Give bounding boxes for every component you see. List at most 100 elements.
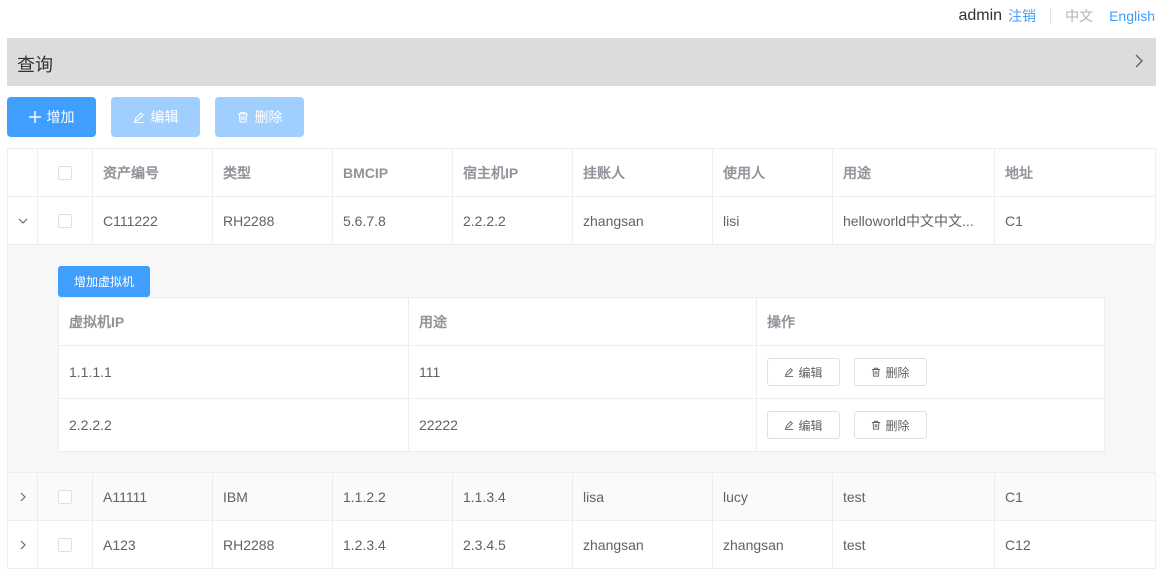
delete-button[interactable]: 删除 xyxy=(215,97,304,137)
cell-usage: test xyxy=(833,473,995,520)
cell-vm-actions: 编辑 删除 xyxy=(757,399,1105,451)
cell-type: IBM xyxy=(213,473,333,520)
cell-bmcip: 5.6.7.8 xyxy=(333,197,453,244)
header-vm-usage: 用途 xyxy=(409,298,757,345)
cell-vm-usage: 111 xyxy=(409,346,757,398)
vm-table-row: 1.1.1.1 111 编辑 删除 xyxy=(59,346,1105,399)
edit-icon xyxy=(784,367,794,377)
select-all-cell xyxy=(38,149,93,196)
delete-button-label: 删除 xyxy=(254,109,283,125)
chevron-right-icon[interactable] xyxy=(18,540,28,550)
cell-user: lucy xyxy=(713,473,833,520)
table-header-row: 资产编号 类型 BMCIP 宿主机IP 挂账人 使用人 用途 地址 xyxy=(8,149,1156,197)
expand-toggle[interactable] xyxy=(8,521,38,568)
row-checkbox[interactable] xyxy=(58,537,72,552)
asset-table: 资产编号 类型 BMCIP 宿主机IP 挂账人 使用人 用途 地址 C11122… xyxy=(7,148,1156,569)
header-vm-ip: 虚拟机IP xyxy=(59,298,409,345)
user-area: admin 注销 中文 English xyxy=(959,6,1171,26)
vm-edit-button[interactable]: 编辑 xyxy=(767,358,840,386)
cell-hostip: 2.2.2.2 xyxy=(453,197,573,244)
cell-user: lisi xyxy=(713,197,833,244)
lang-zh-link[interactable]: 中文 xyxy=(1065,6,1093,26)
vm-table-header-row: 虚拟机IP 用途 操作 xyxy=(59,298,1105,346)
header-vm-actions: 操作 xyxy=(757,298,1105,345)
vm-delete-label: 删除 xyxy=(885,365,910,380)
cell-address: C1 xyxy=(995,473,1156,520)
trash-icon xyxy=(237,111,249,123)
vm-edit-label: 编辑 xyxy=(798,418,823,433)
row-checkbox-cell xyxy=(38,197,93,244)
vm-edit-button[interactable]: 编辑 xyxy=(767,411,840,439)
trash-icon xyxy=(871,420,881,430)
expand-toggle[interactable] xyxy=(8,197,38,244)
cell-type: RH2288 xyxy=(213,197,333,244)
query-title: 查询 xyxy=(17,55,53,75)
expanded-row-panel: 增加虚拟机 虚拟机IP 用途 操作 1.1.1.1 111 编辑 删除 2.2.… xyxy=(8,245,1156,473)
edit-icon xyxy=(784,420,794,430)
toolbar: 增加 编辑 删除 xyxy=(7,97,304,137)
logout-link[interactable]: 注销 xyxy=(1008,6,1036,26)
cell-hostip: 2.3.4.5 xyxy=(453,521,573,568)
cell-user: zhangsan xyxy=(713,521,833,568)
header-bmcip[interactable]: BMCIP xyxy=(333,149,453,196)
cell-vm-usage: 22222 xyxy=(409,399,757,451)
lang-en-link[interactable]: English xyxy=(1109,8,1155,24)
vm-table-row: 2.2.2.2 22222 编辑 删除 xyxy=(59,399,1105,452)
table-row[interactable]: A123 RH2288 1.2.3.4 2.3.4.5 zhangsan zha… xyxy=(8,521,1156,569)
add-vm-button[interactable]: 增加虚拟机 xyxy=(58,266,150,297)
select-all-checkbox[interactable] xyxy=(58,165,72,180)
cell-owner: lisa xyxy=(573,473,713,520)
edit-icon xyxy=(133,111,145,123)
cell-owner: zhangsan xyxy=(573,521,713,568)
username: admin xyxy=(958,7,1003,24)
cell-asset: A11111 xyxy=(93,473,213,520)
trash-icon xyxy=(871,367,881,377)
edit-button-label: 编辑 xyxy=(150,109,179,125)
cell-type: RH2288 xyxy=(213,521,333,568)
expand-column-header xyxy=(8,149,38,196)
cell-owner: zhangsan xyxy=(573,197,713,244)
cell-hostip: 1.1.3.4 xyxy=(453,473,573,520)
row-checkbox-cell xyxy=(38,521,93,568)
header-asset[interactable]: 资产编号 xyxy=(93,149,213,196)
table-row[interactable]: A11111 IBM 1.1.2.2 1.1.3.4 lisa lucy tes… xyxy=(8,473,1156,521)
cell-vm-ip: 1.1.1.1 xyxy=(59,346,409,398)
add-button[interactable]: 增加 xyxy=(7,97,96,137)
row-checkbox-cell xyxy=(38,473,93,520)
header-address[interactable]: 地址 xyxy=(995,149,1156,196)
cell-usage: helloworld中文中文... xyxy=(833,197,995,244)
add-button-label: 增加 xyxy=(46,109,75,125)
plus-icon xyxy=(28,111,41,123)
cell-asset: C111222 xyxy=(93,197,213,244)
cell-asset: A123 xyxy=(93,521,213,568)
vm-delete-button[interactable]: 删除 xyxy=(854,411,927,439)
table-row[interactable]: C111222 RH2288 5.6.7.8 2.2.2.2 zhangsan … xyxy=(8,197,1156,245)
cell-bmcip: 1.2.3.4 xyxy=(333,521,453,568)
divider xyxy=(1050,9,1052,23)
cell-usage: test xyxy=(833,521,995,568)
chevron-right-icon[interactable] xyxy=(18,492,28,502)
chevron-down-icon[interactable] xyxy=(18,216,28,226)
header-usage[interactable]: 用途 xyxy=(833,149,995,196)
edit-button[interactable]: 编辑 xyxy=(111,97,200,137)
top-bar: admin 注销 中文 English xyxy=(0,0,1171,36)
query-panel-header[interactable]: 查询 xyxy=(7,38,1156,86)
vm-delete-label: 删除 xyxy=(885,418,910,433)
cell-address: C12 xyxy=(995,521,1156,568)
header-owner[interactable]: 挂账人 xyxy=(573,149,713,196)
expand-toggle[interactable] xyxy=(8,473,38,520)
cell-bmcip: 1.1.2.2 xyxy=(333,473,453,520)
cell-address: C1 xyxy=(995,197,1156,244)
cell-vm-ip: 2.2.2.2 xyxy=(59,399,409,451)
row-checkbox[interactable] xyxy=(58,213,72,228)
cell-usage-text: helloworld中文中文... xyxy=(843,212,974,229)
cell-vm-actions: 编辑 删除 xyxy=(757,346,1105,398)
header-type[interactable]: 类型 xyxy=(213,149,333,196)
vm-table: 虚拟机IP 用途 操作 1.1.1.1 111 编辑 删除 2.2.2.2 22… xyxy=(58,297,1105,452)
header-hostip[interactable]: 宿主机IP xyxy=(453,149,573,196)
vm-edit-label: 编辑 xyxy=(798,365,823,380)
chevron-right-icon[interactable] xyxy=(1132,54,1146,68)
header-user[interactable]: 使用人 xyxy=(713,149,833,196)
vm-delete-button[interactable]: 删除 xyxy=(854,358,927,386)
row-checkbox[interactable] xyxy=(58,489,72,504)
